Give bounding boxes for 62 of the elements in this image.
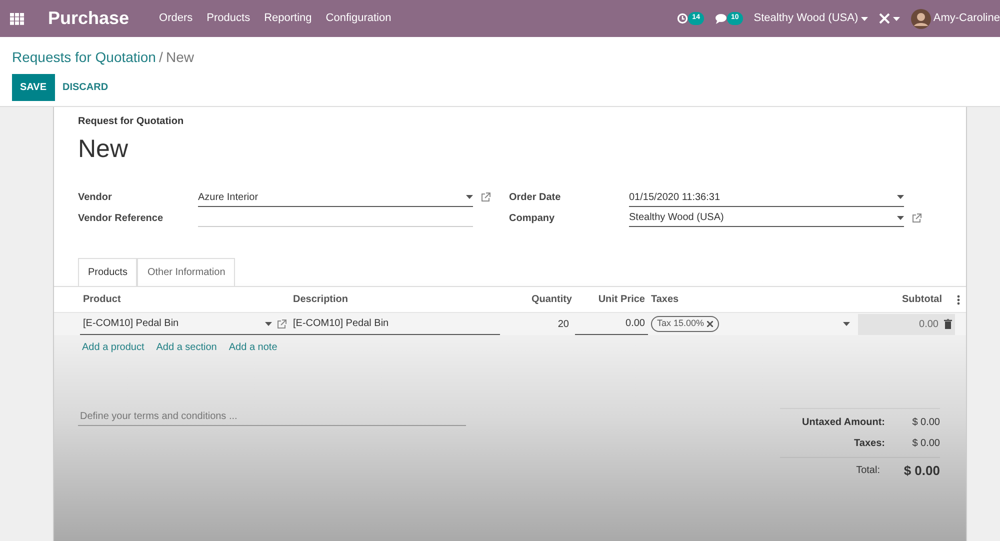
input-field[interactable]: 01/15/2020 11:36:31 [629, 188, 904, 206]
caret-icon[interactable] [842, 322, 850, 326]
tax-tag: Tax 15.00% [651, 316, 719, 332]
input-field[interactable]: Stealthy Wood (USA) [629, 209, 904, 228]
tab[interactable]: Products [78, 258, 138, 286]
discard-button[interactable]: DISCARD [54, 74, 116, 100]
input-field[interactable]: Azure Interior [198, 188, 473, 206]
external-link-icon[interactable] [277, 318, 287, 328]
unit-price-field[interactable]: 0.00 [575, 313, 648, 335]
product-field[interactable]: [E-COM10] Pedal Bin [83, 316, 259, 331]
clock-icon[interactable] [677, 13, 688, 24]
add-line-link[interactable]: Add a product [82, 342, 144, 353]
total-label: Taxes: [854, 436, 885, 450]
remove-icon[interactable] [706, 320, 713, 327]
chat-icon[interactable] [714, 13, 727, 24]
column-header[interactable]: Unit Price [575, 287, 648, 312]
column-header[interactable]: Description [290, 287, 500, 312]
record-title: New [78, 134, 130, 165]
caret-icon[interactable] [264, 322, 272, 326]
quantity-field[interactable]: 20 [500, 314, 575, 334]
column-header[interactable]: Taxes [648, 287, 858, 312]
caret-icon[interactable] [860, 16, 868, 20]
description-field[interactable]: [E-COM10] Pedal Bin [290, 313, 500, 335]
trash-icon[interactable] [944, 319, 952, 329]
external-link-icon[interactable] [481, 192, 491, 202]
menu-item[interactable]: Reporting [264, 10, 312, 27]
avatar[interactable] [910, 8, 931, 28]
field-label: Vendor [78, 191, 113, 205]
add-line-link[interactable]: Add a note [228, 342, 278, 353]
more-options-icon[interactable] [957, 294, 960, 304]
save-button[interactable]: SAVE [12, 74, 54, 100]
column-header[interactable]: Product [80, 287, 290, 312]
company-switcher[interactable]: Stealthy Wood (USA) [754, 10, 858, 27]
total-label: Total: [856, 464, 880, 478]
menu-item[interactable]: Orders [159, 10, 193, 27]
breadcrumb-link[interactable]: Requests for Quotation [12, 49, 156, 65]
tools-icon[interactable] [878, 13, 890, 24]
user-name[interactable]: Amy-Caroline [933, 10, 1000, 27]
caret-icon[interactable] [897, 216, 904, 220]
menu-item[interactable]: Products [206, 10, 250, 27]
app-name[interactable]: Purchase [48, 5, 130, 32]
add-line-link[interactable]: Add a section [156, 342, 217, 353]
caret-icon[interactable] [897, 195, 904, 199]
field-label: Order Date [509, 191, 562, 205]
total-value: $ 0.00 [902, 462, 940, 480]
column-header[interactable]: Quantity [500, 287, 575, 312]
menu-item[interactable]: Configuration [326, 10, 392, 27]
apps-menu-icon[interactable] [10, 12, 24, 24]
breadcrumb-current: New [166, 49, 194, 65]
caret-icon[interactable] [892, 16, 900, 20]
field-label: Company [509, 212, 556, 226]
form-subtitle: Request for Quotation [78, 115, 185, 129]
total-value: $ 0.00 [911, 436, 940, 450]
terms-field[interactable]: Define your terms and conditions ... [78, 408, 466, 426]
column-header[interactable]: Subtotal [858, 287, 945, 312]
field-label: Vendor Reference [78, 212, 164, 226]
total-value: $ 0.00 [911, 416, 940, 430]
breadcrumb-separator: / [159, 49, 163, 65]
total-label: Untaxed Amount: [802, 416, 885, 430]
external-link-icon[interactable] [912, 213, 922, 224]
caret-icon[interactable] [466, 195, 473, 199]
subtotal-cell-text: 0.00 [919, 318, 938, 332]
